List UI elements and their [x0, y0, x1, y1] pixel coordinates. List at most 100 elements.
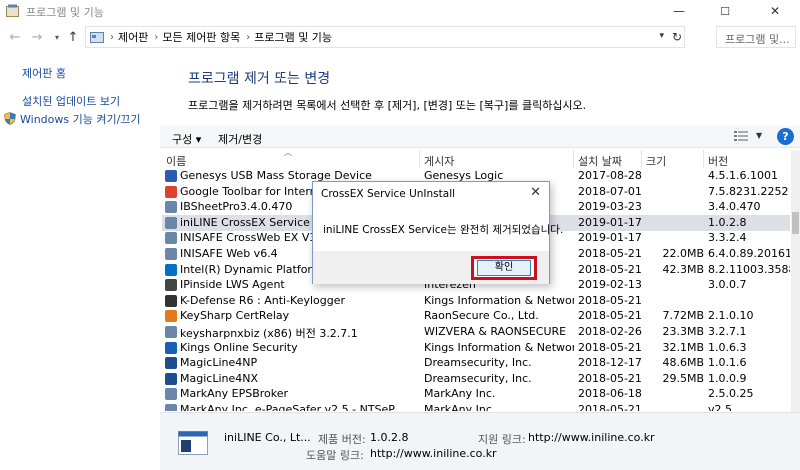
program-icon [165, 404, 177, 411]
control-panel-icon [90, 32, 104, 43]
organize-button[interactable]: 구성 ▾ [172, 131, 201, 147]
program-version: 1.0.2.8 [708, 215, 747, 229]
program-installed-on: 2019-03-23 [578, 200, 642, 214]
program-installed-on: 2018-06-18 [578, 387, 642, 401]
left-pane: 제어판 홈 설치된 업데이트 보기 Windows 기능 켜기/끄기 [0, 50, 160, 470]
column-header-publisher[interactable]: 게시자 [420, 150, 574, 168]
magicline-icon [165, 357, 177, 370]
program-installed-on: 2018-05-21 [578, 403, 642, 411]
program-icon [165, 216, 177, 229]
scrollbar-thumb[interactable] [792, 212, 799, 234]
program-row[interactable]: Kings Online Security Kings Information &… [162, 340, 790, 356]
windows-features-link[interactable]: Windows 기능 켜기/끄기 [4, 111, 141, 127]
program-version: 2.1.0.10 [708, 309, 754, 323]
minimize-button[interactable]: — [656, 0, 702, 22]
product-version-label: 제품 버전: [318, 433, 366, 446]
support-link[interactable]: http://www.iniline.co.kr [528, 431, 655, 444]
up-arrow-icon[interactable]: ↑ [64, 28, 82, 46]
program-name: K-Defense R6 : Anti-Keylogger [180, 293, 346, 307]
column-header-name[interactable]: 이름 [162, 150, 420, 168]
program-icon [165, 201, 177, 214]
program-version: 4.5.1.6.1001 [708, 169, 778, 182]
program-icon [178, 431, 208, 455]
program-row[interactable]: MarkAny Inc. e-PageSafer v2.5 - NTSeP Mar… [162, 402, 790, 411]
program-publisher: MarkAny Inc. [424, 403, 496, 411]
programs-features-icon [6, 4, 19, 17]
program-publisher: Dreamsecurity, Inc. [424, 371, 532, 385]
vertical-scrollbar[interactable] [791, 150, 800, 412]
product-version-value: 1.0.2.8 [370, 431, 409, 444]
program-size: 29.5MB [662, 371, 704, 385]
uninstall-change-button[interactable]: 제거/변경 [218, 131, 262, 147]
program-name: KeySharp CertRelay [180, 309, 290, 323]
program-installed-on: 2018-07-01 [578, 184, 642, 198]
control-panel-home-link[interactable]: 제어판 홈 [22, 65, 66, 81]
program-installed-on: 2018-05-21 [578, 262, 642, 276]
program-installed-on: 2017-08-28 [578, 169, 642, 182]
program-version: 6.4.0.89.20161210 [708, 247, 790, 260]
program-installed-on: 2018-05-21 [578, 309, 642, 323]
dialog-close-icon[interactable]: ✕ [530, 185, 541, 200]
program-row[interactable]: K-Defense R6 : Anti-Keylogger Kings Infor… [162, 293, 790, 309]
program-row[interactable]: MagicLine4NP Dreamsecurity, Inc. 2018-12-1… [162, 355, 790, 371]
ok-button[interactable]: 확인 [477, 260, 531, 276]
support-link-label: 지원 링크: [478, 433, 526, 446]
program-publisher: WIZVERA & RAONSECURE [424, 325, 567, 338]
program-version: 3.3.2.4 [708, 231, 747, 245]
program-installed-on: 2019-01-17 [578, 215, 642, 229]
breadcrumb-chevron-icon: › [246, 31, 251, 43]
close-button[interactable]: ✕ [752, 0, 798, 22]
program-installed-on: 2018-02-26 [578, 325, 642, 338]
column-header-version[interactable]: 버전 [704, 150, 790, 168]
program-row[interactable]: KeySharp CertRelay RaonSecure Co., Ltd. 20… [162, 308, 790, 324]
program-version: 1.0.1.6 [708, 356, 747, 370]
program-name: MagicLine4NX [180, 371, 259, 385]
program-row[interactable]: keysharpnxbiz (x86) 버전 3.2.7.1 WIZVERA & … [162, 324, 790, 340]
program-installed-on: 2018-05-21 [578, 247, 642, 260]
dialog-message: iniLINE CrossEX Service는 완전히 제거되었습니다. [323, 224, 564, 236]
search-input[interactable]: 프로그램 및... [716, 26, 796, 48]
program-size: 7.72MB [662, 309, 704, 323]
program-icon [165, 248, 177, 260]
view-installed-updates-link[interactable]: 설치된 업데이트 보기 [22, 93, 120, 109]
maximize-button[interactable]: ☐ [702, 0, 748, 22]
dialog-title: CrossEX Service UnInstall [321, 188, 456, 200]
ipinside-icon [165, 279, 177, 292]
program-version: 2.5.0.25 [708, 387, 754, 401]
view-options-icon[interactable] [734, 130, 748, 142]
address-bar[interactable]: › 제어판 › 모든 제어판 항목 › 프로그램 및 기능 ▾ ↻ [85, 26, 685, 48]
program-size: 32.1MB [662, 340, 704, 354]
kings-icon [165, 341, 177, 354]
breadcrumb-programs-features[interactable]: 프로그램 및 기능 [254, 29, 332, 45]
program-installed-on: 2019-02-13 [578, 278, 642, 292]
keysharp-icon [165, 310, 177, 323]
forward-arrow-icon[interactable]: → [28, 28, 46, 46]
program-version: 1.0.6.3 [708, 340, 747, 354]
intel-icon [165, 263, 177, 276]
address-dropdown-icon[interactable]: ▾ [659, 31, 664, 41]
program-row[interactable]: MagicLine4NX Dreamsecurity, Inc. 2018-05-2… [162, 371, 790, 387]
breadcrumb-all-items[interactable]: 모든 제어판 항목 [162, 29, 240, 45]
magicline-icon [165, 372, 177, 385]
help-icon[interactable]: ? [777, 128, 794, 145]
program-icon [165, 232, 177, 245]
instructions-text: 프로그램을 제거하려면 목록에서 선택한 후 [제거], [변경] 또는 [복구… [188, 99, 587, 112]
details-pane: iniLINE Co., Lt... 제품 버전: 1.0.2.8 지원 링크:… [160, 412, 800, 470]
program-size: 48.6MB [662, 356, 704, 370]
program-publisher: MarkAny Inc. [424, 387, 496, 401]
program-publisher: Kings Information & Network C... [424, 340, 574, 354]
uninstall-complete-dialog: CrossEX Service UnInstall ✕ iniLINE Cros… [312, 181, 563, 284]
view-dropdown-icon[interactable]: ▼ [756, 131, 762, 140]
program-version: 3.0.0.7 [708, 278, 747, 292]
shield-icon [4, 112, 16, 125]
program-row[interactable]: MarkAny EPSBroker MarkAny Inc. 2018-06-18 2… [162, 386, 790, 402]
back-arrow-icon[interactable]: ← [6, 28, 24, 46]
refresh-icon[interactable]: ↻ [672, 30, 682, 44]
breadcrumb-chevron-icon: › [154, 31, 159, 43]
breadcrumb-control-panel[interactable]: 제어판 [118, 29, 148, 45]
dialog-footer: 확인 [313, 251, 549, 284]
column-header-size[interactable]: 크기 [642, 150, 704, 168]
command-bar: 구성 ▾ 제거/변경 ▼ ? [160, 126, 800, 148]
column-header-installed-on[interactable]: 설치 날짜 [574, 150, 642, 168]
help-link[interactable]: http://www.iniline.co.kr [370, 447, 497, 460]
